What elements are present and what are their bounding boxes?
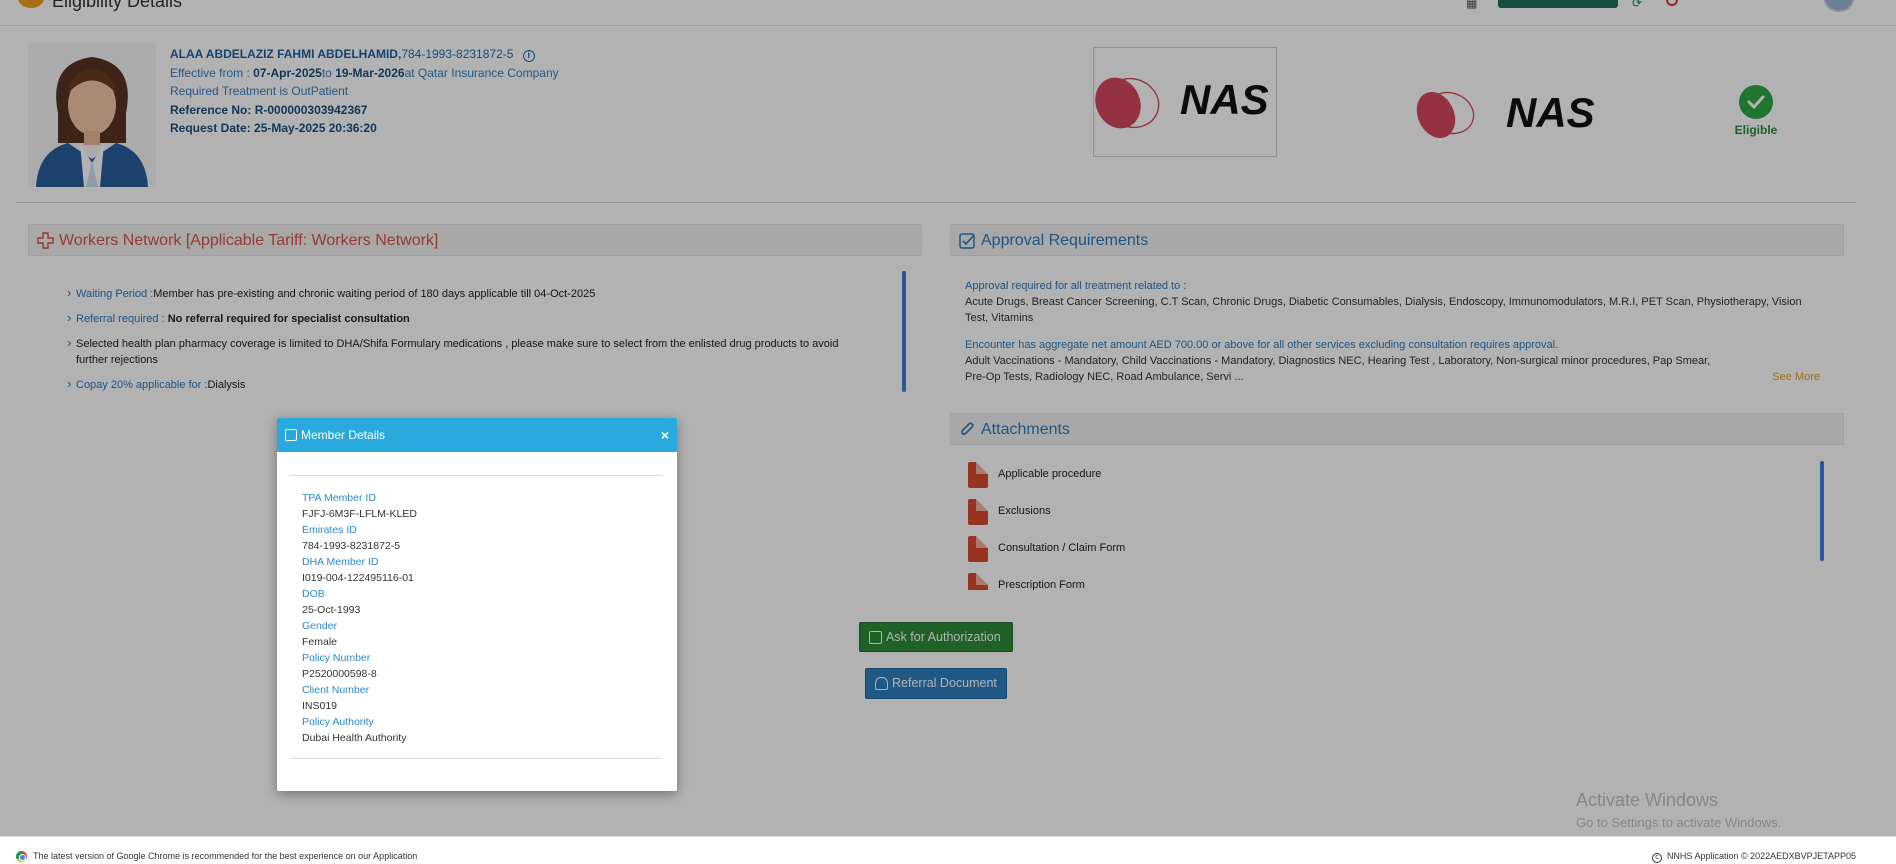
field-label: Client Number xyxy=(302,684,370,696)
browser-recommendation: The latest version of Google Chrome is r… xyxy=(33,851,418,861)
field-value: 25-Oct-1993 xyxy=(302,604,361,616)
footer: The latest version of Google Chrome is r… xyxy=(0,836,1896,864)
modal-title: Member Details xyxy=(301,428,386,442)
field-label: Policy Number xyxy=(302,652,371,664)
member-details-modal: Member Details × TPA Member ID FJFJ-6M3F… xyxy=(277,418,677,791)
chrome-icon xyxy=(16,851,27,862)
field-label: Emirates ID xyxy=(302,524,357,536)
member-details-fields: TPA Member ID FJFJ-6M3F-LFLM-KLED Emirat… xyxy=(302,490,417,746)
field-label: DHA Member ID xyxy=(302,556,379,568)
field-value: Dubai Health Authority xyxy=(302,732,407,744)
close-icon[interactable]: × xyxy=(661,418,669,452)
divider xyxy=(290,758,662,759)
divider xyxy=(290,475,662,476)
copyright-text: c NNHS Application © 2022AEDXBVPJETAPP05 xyxy=(1651,851,1856,863)
field-value: 784-1993-8231872-5 xyxy=(302,540,401,552)
field-label: Policy Authority xyxy=(302,716,374,728)
field-value: INS019 xyxy=(302,700,338,712)
field-value: Female xyxy=(302,636,338,648)
field-value: P2520000598-8 xyxy=(302,668,377,680)
field-label: TPA Member ID xyxy=(302,492,376,504)
field-label: Gender xyxy=(302,620,338,632)
field-value: I019-004-122495116-01 xyxy=(302,572,414,584)
field-label: DOB xyxy=(302,588,325,600)
field-value: FJFJ-6M3F-LFLM-KLED xyxy=(302,508,417,520)
copyright-icon: c xyxy=(1651,853,1662,863)
modal-header: Member Details × xyxy=(277,418,677,452)
edit-icon xyxy=(285,429,297,441)
